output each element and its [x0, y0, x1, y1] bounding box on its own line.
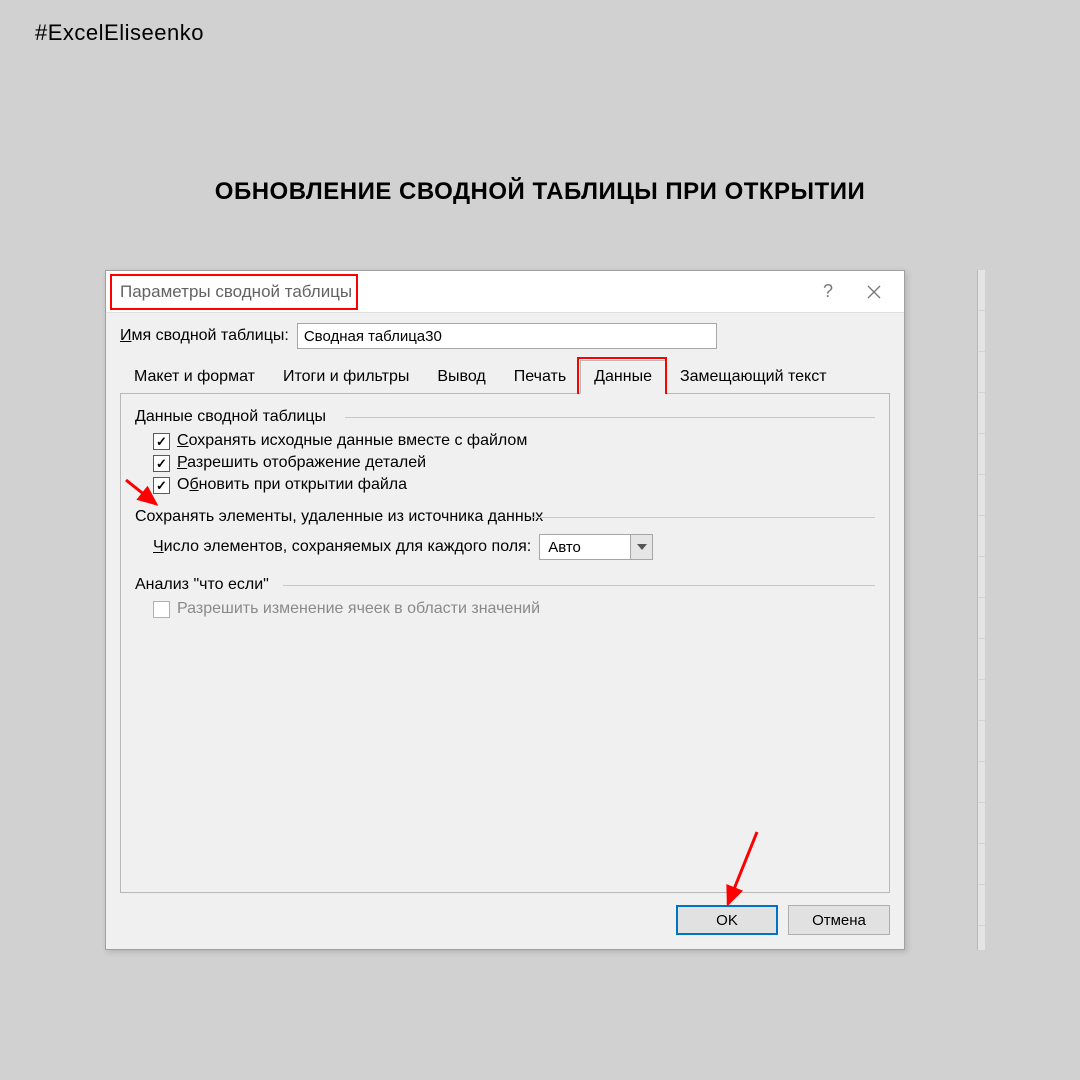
help-button[interactable]: ?	[818, 281, 838, 302]
checkbox-2[interactable]	[153, 477, 170, 494]
tab-panel-data: Данные сводной таблицы Сохранять исходны…	[120, 394, 890, 893]
tab-5[interactable]: Замещающий текст	[666, 360, 841, 394]
dialog-title: Параметры сводной таблицы	[114, 280, 358, 304]
tab-3[interactable]: Печать	[500, 360, 580, 394]
retain-items-select[interactable]: Авто	[539, 534, 653, 560]
check-row-1: Разрешить отображение деталей	[153, 454, 875, 472]
pivot-name-label: Имя сводной таблицы:	[120, 327, 289, 345]
whatif-checkbox	[153, 601, 170, 618]
check-label-1: Разрешить отображение деталей	[177, 454, 426, 472]
check-label-2: Обновить при открытии файла	[177, 476, 407, 494]
group-whatif: Анализ "что если"	[135, 576, 875, 594]
ok-button[interactable]: OK	[676, 905, 778, 935]
checkbox-0[interactable]	[153, 433, 170, 450]
group-pivot-data: Данные сводной таблицы	[135, 408, 875, 426]
tab-4[interactable]: Данные	[580, 360, 666, 394]
retain-label: Число элементов, сохраняемых для каждого…	[153, 538, 531, 556]
check-row-2: Обновить при открытии файла	[153, 476, 875, 494]
pivot-name-input[interactable]	[297, 323, 717, 349]
dialog-tabs: Макет и форматИтоги и фильтрыВыводПечать…	[120, 359, 890, 394]
page-title: ОБНОВЛЕНИЕ СВОДНОЙ ТАБЛИЦЫ ПРИ ОТКРЫТИИ	[0, 178, 1080, 206]
tab-2[interactable]: Вывод	[423, 360, 499, 394]
check-row-0: Сохранять исходные данные вместе с файло…	[153, 432, 875, 450]
dialog-titlebar: Параметры сводной таблицы ?	[106, 271, 904, 313]
pivot-options-dialog: Параметры сводной таблицы ? Имя сводной …	[105, 270, 905, 950]
cancel-button[interactable]: Отмена	[788, 905, 890, 935]
pivot-name-row: Имя сводной таблицы:	[120, 323, 890, 349]
tab-0[interactable]: Макет и формат	[120, 360, 269, 394]
retain-items-row: Число элементов, сохраняемых для каждого…	[153, 534, 875, 560]
whatif-label: Разрешить изменение ячеек в области знач…	[177, 600, 540, 618]
dialog-footer: OK Отмена	[120, 893, 890, 935]
tab-1[interactable]: Итоги и фильтры	[269, 360, 423, 394]
whatif-check-row: Разрешить изменение ячеек в области знач…	[153, 600, 875, 618]
check-label-0: Сохранять исходные данные вместе с файло…	[177, 432, 527, 450]
checkbox-1[interactable]	[153, 455, 170, 472]
close-button[interactable]	[866, 284, 886, 300]
page-hashtag: #ExcelEliseenko	[35, 20, 204, 46]
spreadsheet-edge	[977, 270, 985, 950]
group-retain: Сохранять элементы, удаленные из источни…	[135, 508, 875, 526]
chevron-down-icon	[630, 535, 652, 559]
